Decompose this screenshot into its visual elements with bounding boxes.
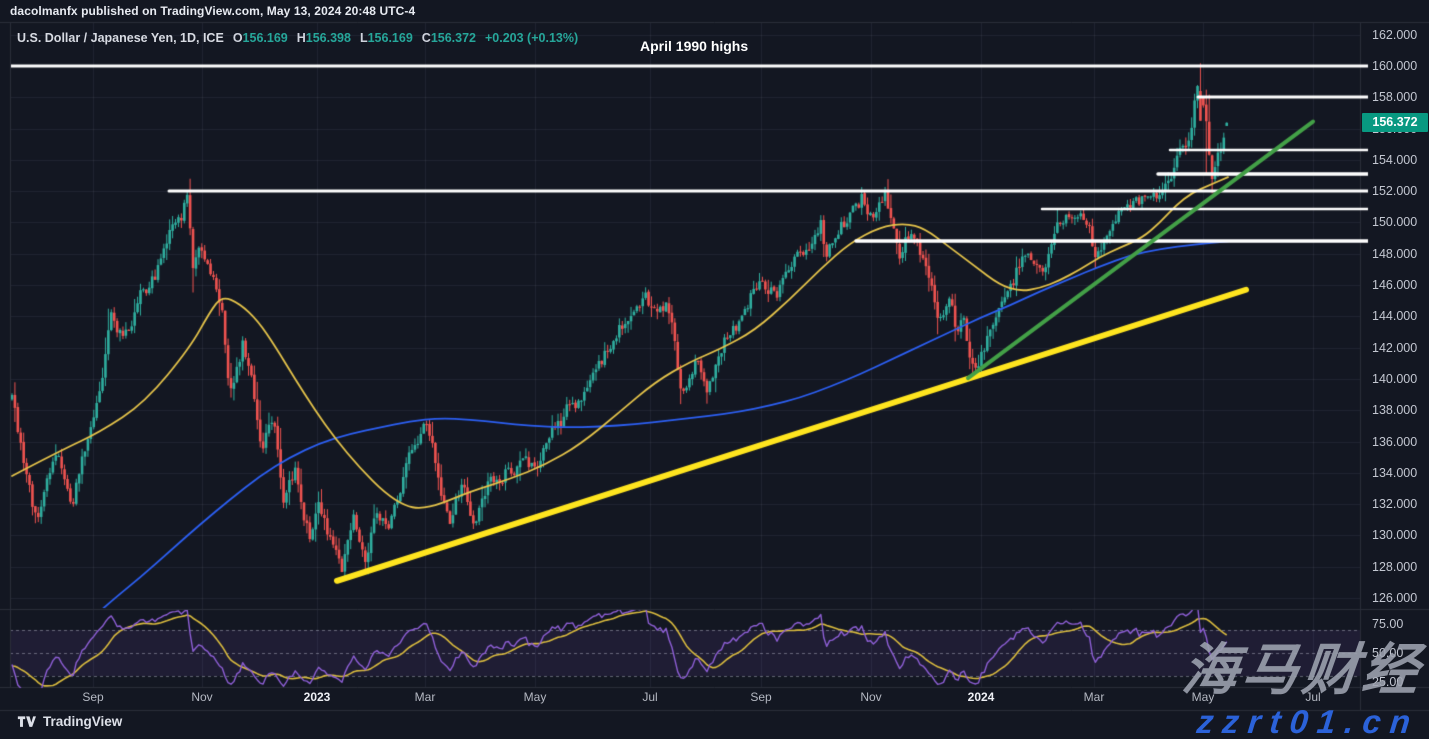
ohlc-value: 156.398 [306,31,351,45]
tradingview-footer-link[interactable]: TradingView [17,714,122,729]
chart-window: dacolmanfx published on TradingView.com,… [0,0,1429,739]
last-price-label: 156.372 [1362,113,1428,132]
x-axis-year-label: 2024 [968,690,995,704]
y-axis-label: 160.000 [1372,59,1417,73]
y-axis-label: 132.000 [1372,497,1417,511]
y-axis-label: 130.000 [1372,528,1417,542]
y-axis-label: 154.000 [1372,153,1417,167]
y-axis-label: 140.000 [1372,372,1417,386]
x-axis-month-label: Sep [750,690,771,704]
y-axis-label: 134.000 [1372,466,1417,480]
ohlc-key: L [360,31,368,45]
y-axis-label: 146.000 [1372,278,1417,292]
annotation-april-1990-highs: April 1990 highs [640,38,748,54]
y-axis-label: 128.000 [1372,560,1417,574]
x-axis-month-label: May [524,690,547,704]
ohlc-value: 156.169 [243,31,288,45]
y-axis-label: 138.000 [1372,403,1417,417]
y-axis-label: 142.000 [1372,341,1417,355]
x-axis-month-label: Sep [82,690,103,704]
tradingview-logo-icon [17,714,36,729]
symbol-title: U.S. Dollar / Japanese Yen, 1D, ICE [17,31,224,45]
y-axis-label: 144.000 [1372,309,1417,323]
x-axis-month-label: Mar [1084,690,1105,704]
tradingview-wordmark: TradingView [43,714,122,729]
ohlc-value: 156.169 [368,31,413,45]
ohlc-values: O156.169H156.398L156.169C156.372 [224,31,476,45]
y-axis-label: 162.000 [1372,28,1417,42]
watermark-cn: 海马财经 [1179,625,1428,706]
x-axis-month-label: Nov [860,690,881,704]
ohlc-key: H [297,31,306,45]
y-axis-label: 126.000 [1372,591,1417,605]
ohlc-key: C [422,31,431,45]
ohlc-value: 156.372 [431,31,476,45]
ohlc-key: O [233,31,243,45]
y-axis-label: 150.000 [1372,215,1417,229]
attribution-text: dacolmanfx published on TradingView.com,… [10,4,415,18]
x-axis-month-label: Jul [642,690,657,704]
change-value: +0.203 (+0.13%) [485,31,578,45]
watermark-url: zzrt01.cn [1195,703,1421,739]
y-axis-label: 136.000 [1372,435,1417,449]
y-axis-label: 152.000 [1372,184,1417,198]
y-axis-label: 148.000 [1372,247,1417,261]
y-axis-label: 158.000 [1372,90,1417,104]
x-axis-year-label: 2023 [304,690,331,704]
x-axis-month-label: Mar [415,690,436,704]
x-axis-month-label: Nov [191,690,212,704]
symbol-legend[interactable]: U.S. Dollar / Japanese Yen, 1D, ICEO156.… [17,31,578,45]
